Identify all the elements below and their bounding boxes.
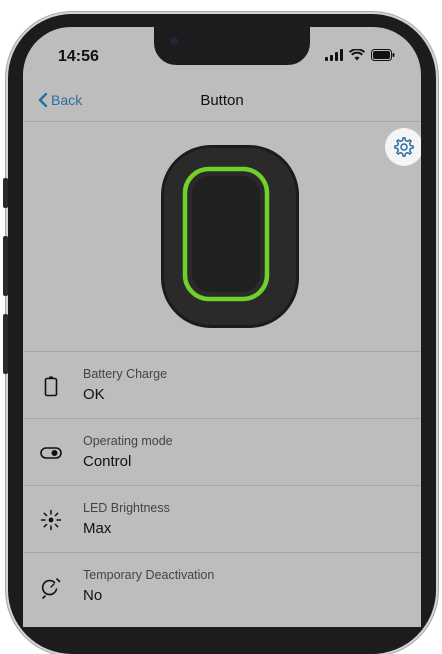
row-label: Battery Charge xyxy=(83,367,168,381)
battery-icon xyxy=(44,376,58,397)
camera-icon xyxy=(170,37,178,45)
row-value: OK xyxy=(83,386,105,403)
brightness-icon xyxy=(40,509,62,531)
settings-button[interactable] xyxy=(385,128,421,166)
page-title: Button xyxy=(200,92,244,109)
gear-icon xyxy=(394,137,414,157)
row-label: LED Brightness xyxy=(83,501,170,515)
toggle-icon xyxy=(40,447,62,459)
row-value: Max xyxy=(83,520,112,537)
row-value: No xyxy=(83,587,103,604)
row-led-brightness[interactable]: LED Brightness Max xyxy=(23,485,421,552)
screen: 14:56 Back Button Battery Charge OK Oper… xyxy=(23,27,421,627)
status-time: 14:56 xyxy=(58,48,99,65)
volume-up-button xyxy=(3,236,8,296)
settings-list: Battery Charge OK Operating mode Control xyxy=(23,351,421,619)
row-label: Temporary Deactivation xyxy=(83,568,215,582)
volume-down-button xyxy=(3,314,8,374)
status-icons xyxy=(325,49,395,61)
nav-bar: Back Button xyxy=(23,83,421,122)
device-image xyxy=(23,121,421,351)
notch xyxy=(154,27,310,65)
row-temporary-deactivation[interactable]: Temporary Deactivation No xyxy=(23,552,421,619)
deactivation-icon xyxy=(41,578,61,599)
signal-icon xyxy=(325,49,343,61)
row-value: Control xyxy=(83,453,132,470)
side-button xyxy=(3,178,8,208)
row-label: Operating mode xyxy=(83,434,173,448)
row-operating-mode[interactable]: Operating mode Control xyxy=(23,418,421,485)
wifi-icon xyxy=(349,49,365,61)
row-battery-charge[interactable]: Battery Charge OK xyxy=(23,351,421,418)
battery-status-icon xyxy=(371,49,395,61)
